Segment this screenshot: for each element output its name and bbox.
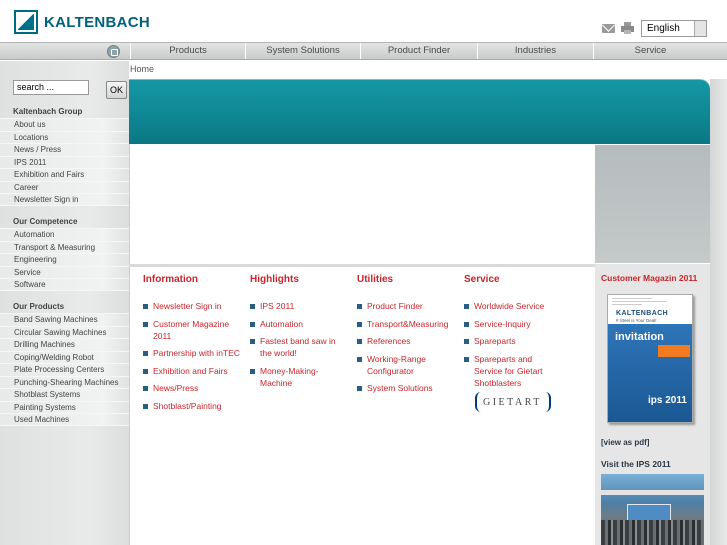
link-working-range-configurator[interactable]: Working-Range Configurator [357,353,457,377]
search-input[interactable]: search ... [13,80,89,95]
nav-industries[interactable]: Industries [477,43,593,59]
link-news-press[interactable]: News/Press [143,382,248,394]
link-product-finder[interactable]: Product Finder [357,300,457,312]
magazine-cover-tagline: # Steel is Your Deal! [616,318,657,323]
top-navigation: Products System Solutions Product Finder… [0,42,727,60]
link-newsletter[interactable]: Newsletter Sign in [143,300,248,312]
sidebar-item-punching-shearing[interactable]: Punching-Shearing Machines [0,375,129,388]
column-title: Information [143,274,198,285]
column-service: Service Worldwide Service Service-Inquir… [464,274,560,394]
sidebar-item-software[interactable]: Software [0,278,129,291]
language-select-value: English [647,23,680,34]
sidebar-group-title: Our Products [13,302,65,311]
sidebar-item-service[interactable]: Service [0,265,129,278]
print-icon[interactable] [621,22,634,34]
sidebar-group-kaltenbach: Kaltenbach Group About us Locations News… [0,105,129,206]
view-as-pdf-link[interactable]: [view as pdf] [601,438,649,447]
language-select[interactable]: English [641,20,707,37]
nav-product-finder[interactable]: Product Finder [360,43,477,59]
link-money-making-machine[interactable]: Money-Making-Machine [250,365,340,389]
sidebar-group-products: Our Products Band Sawing Machines Circul… [0,300,129,426]
link-references[interactable]: References [357,335,457,347]
sidebar-item-exhibition[interactable]: Exhibition and Fairs [0,168,129,181]
magazine-cover-badge [658,345,690,357]
column-utilities: Utilities Product Finder Transport&Measu… [357,274,457,400]
link-shotblast-painting[interactable]: Shotblast/Painting [143,400,248,412]
sidebar-item-plate-processing[interactable]: Plate Processing Centers [0,363,129,376]
link-ips-2011[interactable]: IPS 2011 [250,300,340,312]
link-fastest-band-saw[interactable]: Fastest band saw in the world! [250,335,340,359]
sidebar-item-locations[interactable]: Locations [0,130,129,143]
sidebar-item-used-machines[interactable]: Used Machines [0,413,129,426]
link-spareparts[interactable]: Spareparts [464,335,560,347]
column-title: Highlights [250,274,299,285]
header: KALTENBACH English [0,0,727,42]
column-highlights: Highlights IPS 2011 Automation Fastest b… [250,274,340,394]
sidebar-item-engineering[interactable]: Engineering [0,253,129,266]
sidebar-item-painting[interactable]: Painting Systems [0,400,129,413]
link-transport-measuring[interactable]: Transport&Measuring [357,318,457,330]
sidebar-group-title: Our Competence [13,217,78,226]
magazine-cover-image[interactable]: KALTENBACH # Steel is Your Deal! invitat… [607,294,693,423]
column-title: Utilities [357,274,394,285]
sidebar: search ... OK Kaltenbach Group About us … [0,61,129,545]
sidebar-item-circular-sawing[interactable]: Circular Sawing Machines [0,325,129,338]
sidebar-item-automation[interactable]: Automation [0,228,129,241]
nav-system-solutions[interactable]: System Solutions [245,43,360,59]
column-information: Information Newsletter Sign in Customer … [143,274,248,417]
sidebar-item-coping-welding[interactable]: Coping/Welding Robot [0,350,129,363]
visit-ips-link[interactable]: Visit the IPS 2011 [601,459,671,469]
right-gutter [710,79,727,545]
ips-photo[interactable] [601,474,704,545]
search-ok-button[interactable]: OK [106,81,127,99]
dropdown-arrow-icon [694,21,706,36]
magazine-cover-headline: invitation [615,331,664,343]
link-system-solutions[interactable]: System Solutions [357,382,457,394]
sidebar-item-career[interactable]: Career [0,180,129,193]
breadcrumb[interactable]: Home [130,64,154,74]
sidebar-item-about-us[interactable]: About us [0,118,129,131]
nav-service[interactable]: Service [593,43,707,59]
divider [129,264,595,267]
logo-text: KALTENBACH [44,14,151,31]
kaltenbach-logo[interactable]: KALTENBACH [14,10,150,34]
logo-mark-icon [14,10,38,34]
link-spareparts-gietart[interactable]: Spareparts and Service for Gietart Shotb… [464,353,560,390]
link-automation[interactable]: Automation [250,318,340,330]
gietart-logo-text: GIETART [483,397,542,408]
teal-banner [129,79,710,144]
sidebar-item-newsletter[interactable]: Newsletter Sign in [0,193,129,206]
link-service-inquiry[interactable]: Service-Inquiry [464,318,560,330]
sidebar-item-news-press[interactable]: News / Press [0,143,129,156]
link-partnership-intec[interactable]: Partnership with inTEC [143,347,248,359]
divider [129,144,130,545]
sidebar-group-title: Kaltenbach Group [13,107,83,116]
link-customer-magazine[interactable]: Customer Magazine 2011 [143,318,248,342]
page: KALTENBACH English Products System Solut… [0,0,727,545]
link-worldwide-service[interactable]: Worldwide Service [464,300,560,312]
sidebar-item-ips-2011[interactable]: IPS 2011 [0,155,129,168]
magazine-cover-event: ips 2011 [648,395,687,406]
right-column: Customer Magazin 2011 KALTENBACH # Steel… [595,264,710,545]
magazine-title: Customer Magazin 2011 [601,273,698,283]
sidebar-item-transport[interactable]: Transport & Measuring [0,240,129,253]
sidebar-item-band-sawing[interactable]: Band Sawing Machines [0,313,129,326]
sidebar-group-competence: Our Competence Automation Transport & Me… [0,215,129,291]
home-icon[interactable] [107,45,120,58]
nav-products[interactable]: Products [130,43,245,59]
sidebar-item-shotblast[interactable]: Shotblast Systems [0,388,129,401]
sidebar-item-drilling[interactable]: Drilling Machines [0,338,129,351]
mail-icon[interactable] [602,24,615,33]
column-title: Service [464,274,500,285]
gietart-logo[interactable]: GIETART [473,391,553,414]
link-exhibition[interactable]: Exhibition and Fairs [143,365,248,377]
magazine-cover-brand: KALTENBACH [616,310,669,317]
side-image-panel [595,145,710,263]
